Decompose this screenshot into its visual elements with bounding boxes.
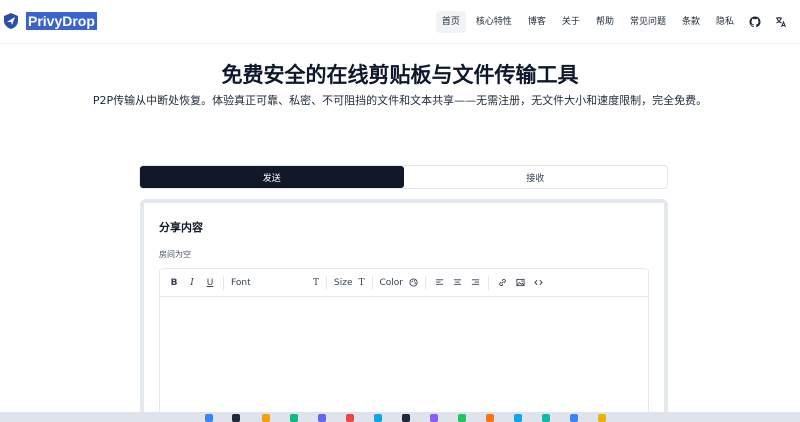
toolbar-divider [326, 275, 327, 290]
taskbar-app-icon[interactable] [542, 414, 550, 422]
nav-item-help[interactable]: 帮助 [590, 11, 620, 33]
taskbar-app-icon[interactable] [514, 414, 522, 422]
align-center-button[interactable] [449, 274, 465, 292]
taskbar-app-icon[interactable] [374, 414, 382, 422]
toolbar-divider [488, 275, 489, 290]
taskbar-app-icon[interactable] [205, 414, 213, 422]
taskbar-app-icon[interactable] [346, 414, 354, 422]
card-title: 分享内容 [159, 221, 203, 234]
nav-item-blog[interactable]: 博客 [522, 11, 552, 33]
nav-item-about[interactable]: 关于 [556, 11, 586, 33]
translate-icon [776, 17, 786, 28]
size-select[interactable]: Size T [332, 274, 367, 292]
italic-button[interactable]: I [184, 274, 200, 292]
taskbar-app-icon[interactable] [318, 414, 326, 422]
taskbar-app-icon[interactable] [486, 414, 494, 422]
code-button[interactable] [530, 274, 546, 292]
align-left-icon [435, 279, 443, 285]
nav-item-terms[interactable]: 条款 [676, 11, 706, 33]
rich-text-editor[interactable]: B I U Font T Size T Color [159, 268, 649, 418]
taskbar-app-icon[interactable] [290, 414, 298, 422]
main-nav: 首页 核心特性 博客 关于 帮助 常见问题 条款 隐私 [435, 11, 792, 33]
github-icon [749, 16, 761, 28]
color-select[interactable]: Color [378, 274, 421, 292]
editor-content-area[interactable] [160, 297, 648, 417]
toolbar-divider [425, 275, 426, 290]
font-select-label: Font [231, 277, 251, 288]
taskbar-app-icon[interactable] [402, 414, 410, 422]
os-taskbar [0, 412, 800, 422]
tab-receive[interactable]: 接收 [404, 166, 668, 188]
nav-item-faq[interactable]: 常见问题 [624, 11, 672, 33]
github-link[interactable] [744, 11, 766, 33]
brand-name: PrivyDrop [26, 12, 97, 30]
font-select[interactable]: Font T [229, 274, 321, 292]
align-left-button[interactable] [431, 274, 447, 292]
bold-button[interactable]: B [166, 274, 182, 292]
taskbar-app-icon[interactable] [570, 414, 578, 422]
taskbar-app-icon[interactable] [458, 414, 466, 422]
align-right-button[interactable] [467, 274, 483, 292]
size-select-label: Size [334, 277, 353, 288]
hero-subtitle: P2P传输从中断处恢复。体验真正可靠、私密、不可阻挡的文件和文本共享——无需注册… [92, 94, 708, 107]
font-t-icon: T [312, 277, 319, 288]
underline-button[interactable]: U [202, 274, 218, 292]
taskbar-app-icon[interactable] [262, 414, 270, 422]
brand[interactable]: PrivyDrop [4, 12, 97, 30]
taskbar-app-icon[interactable] [430, 414, 438, 422]
editor-toolbar: B I U Font T Size T Color [160, 269, 648, 297]
color-select-label: Color [379, 277, 404, 288]
hero-title: 免费安全的在线剪贴板与文件传输工具 [221, 63, 579, 87]
size-t-icon: T [358, 277, 365, 288]
site-header: PrivyDrop 首页 核心特性 博客 关于 帮助 常见问题 条款 隐私 [0, 0, 800, 44]
code-icon [533, 279, 543, 286]
tab-send[interactable]: 发送 [140, 166, 404, 188]
nav-item-privacy[interactable]: 隐私 [710, 11, 740, 33]
image-button[interactable] [512, 274, 528, 292]
language-switch[interactable] [770, 11, 792, 33]
image-icon [515, 278, 525, 287]
shield-logo-icon [4, 13, 18, 29]
link-button[interactable] [494, 274, 510, 292]
toolbar-divider [223, 275, 224, 290]
nav-item-features[interactable]: 核心特性 [470, 11, 518, 33]
taskbar-app-icon[interactable] [598, 414, 606, 422]
toolbar-divider [371, 275, 373, 290]
mode-tabs: 发送 接收 [139, 165, 668, 189]
align-center-icon [453, 279, 461, 285]
link-icon [498, 279, 506, 286]
align-right-icon [471, 279, 479, 285]
palette-icon [409, 278, 418, 287]
nav-item-home[interactable]: 首页 [435, 11, 466, 33]
room-status: 房间为空 [159, 250, 191, 259]
taskbar-app-icon[interactable] [232, 414, 240, 422]
